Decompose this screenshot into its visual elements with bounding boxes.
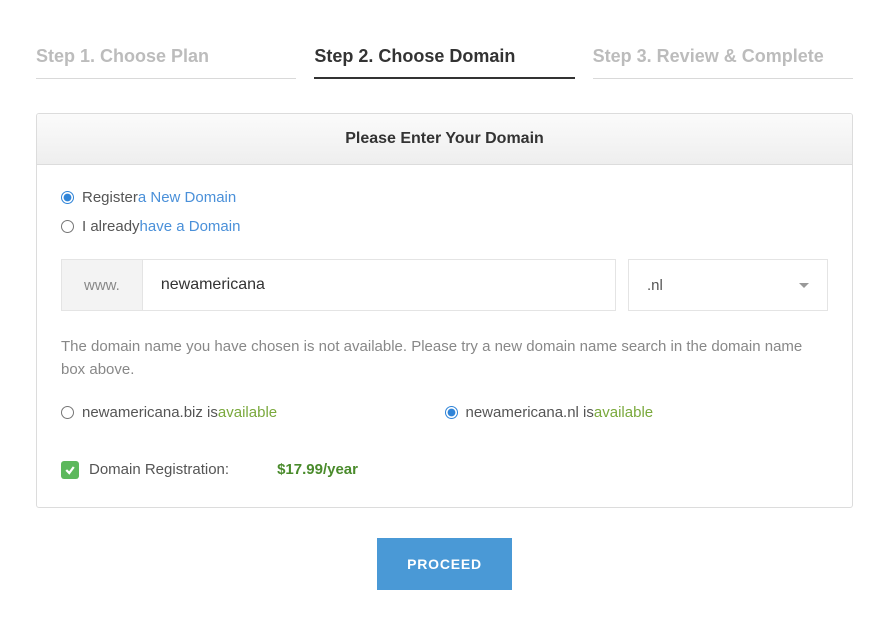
domain-input[interactable] (142, 259, 616, 311)
tab-step2[interactable]: Step 2. Choose Domain (314, 46, 574, 79)
chevron-down-icon (799, 283, 809, 288)
avail-biz-status: available (218, 404, 277, 421)
tab-step3[interactable]: Step 3. Review & Complete (593, 46, 853, 79)
tab-step1[interactable]: Step 1. Choose Plan (36, 46, 296, 79)
radio-have-domain[interactable] (61, 220, 74, 233)
domain-input-row: www. .nl (61, 259, 828, 311)
registration-row: Domain Registration: $17.99/year (61, 461, 828, 479)
step-tabs: Step 1. Choose Plan Step 2. Choose Domai… (36, 46, 853, 79)
option-register-prefix: Register (82, 189, 138, 206)
option-have-link: have a Domain (140, 218, 241, 235)
available-domains-row: newamericana.biz is available newamerica… (61, 404, 828, 421)
proceed-wrap: PROCEED (36, 538, 853, 590)
radio-register-new[interactable] (61, 191, 74, 204)
avail-biz-name: newamericana.biz is (82, 404, 218, 421)
radio-avail-biz[interactable] (61, 406, 74, 419)
option-register-link: a New Domain (138, 189, 236, 206)
registration-price: $17.99/year (277, 461, 358, 478)
tld-select[interactable]: .nl (628, 259, 828, 311)
registration-label: Domain Registration: (89, 461, 229, 478)
unavailable-message: The domain name you have chosen is not a… (61, 335, 828, 382)
available-option-biz[interactable]: newamericana.biz is available (61, 404, 445, 421)
check-icon (64, 464, 76, 476)
domain-panel: Please Enter Your Domain Register a New … (36, 113, 853, 508)
registration-checkbox[interactable] (61, 461, 79, 479)
proceed-button[interactable]: PROCEED (377, 538, 512, 590)
panel-title: Please Enter Your Domain (37, 114, 852, 165)
available-option-nl[interactable]: newamericana.nl is available (445, 404, 829, 421)
domain-prefix: www. (61, 259, 142, 311)
option-have-domain[interactable]: I already have a Domain (61, 218, 828, 235)
option-register-new[interactable]: Register a New Domain (61, 189, 828, 206)
avail-nl-status: available (594, 404, 653, 421)
radio-avail-nl[interactable] (445, 406, 458, 419)
tld-value: .nl (647, 277, 663, 294)
avail-nl-name: newamericana.nl is (466, 404, 594, 421)
option-have-prefix: I already (82, 218, 140, 235)
